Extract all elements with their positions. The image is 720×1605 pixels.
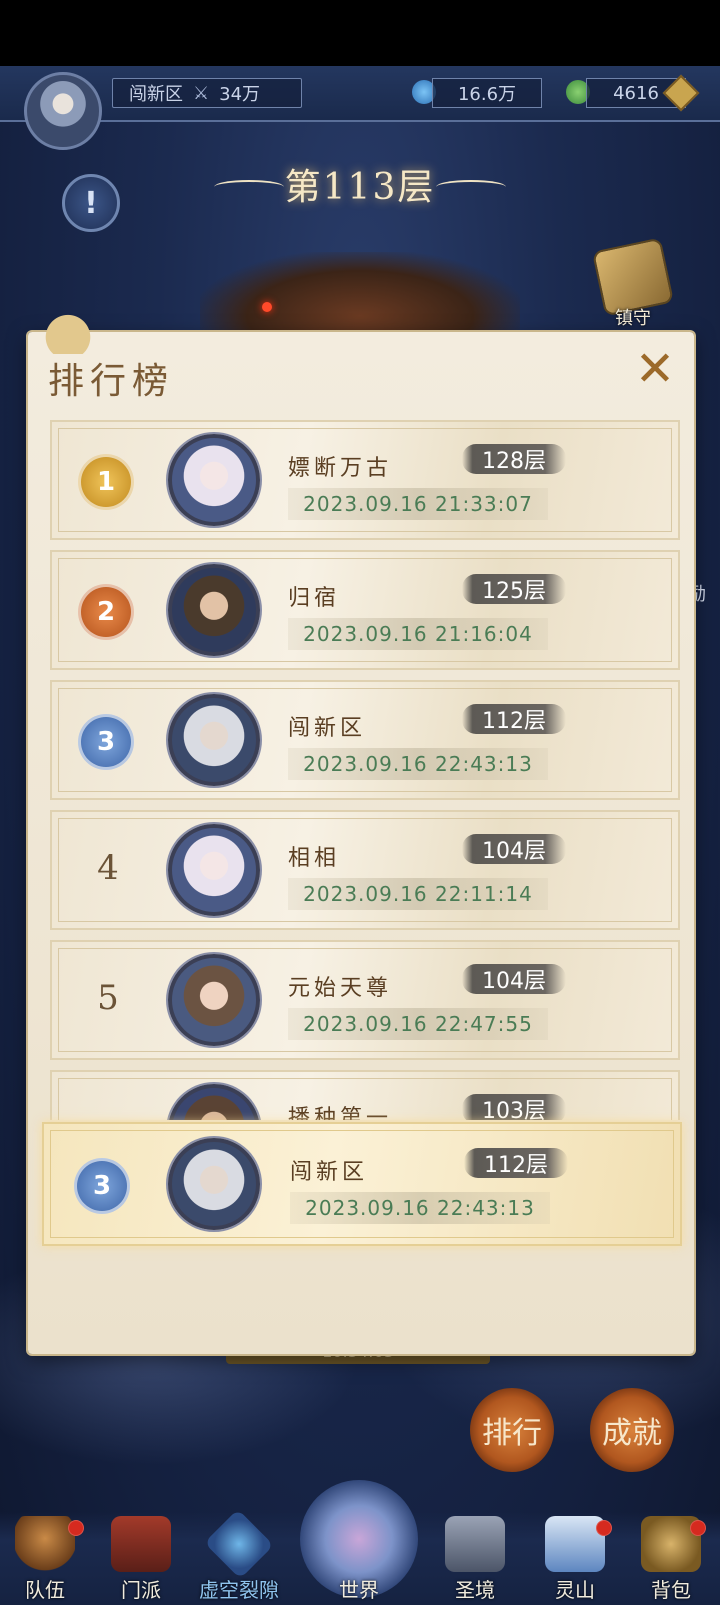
nav-bag[interactable]: 背包 [626,1512,716,1605]
ranking-row[interactable]: 1 嫖断万古 128层 2023.09.16 21:33:07 [50,420,680,540]
ranking-row[interactable]: 2 归宿 125层 2023.09.16 21:16:04 [50,550,680,670]
notification-dot [690,1520,706,1536]
avatar [168,694,260,786]
server-name: 闯新区 [129,84,183,105]
rift-icon [204,1509,274,1579]
rank-value: 3 [96,727,116,757]
floor-badge: 103层 [462,1094,566,1120]
avatar [168,954,260,1046]
nav-rift-label: 虚空裂隙 [199,1578,279,1602]
power-icon: ⚔ [193,82,210,104]
player-name: 播种第一 [288,1106,393,1120]
nav-team-label: 队伍 [25,1578,65,1602]
silver-medal-icon: 2 [78,584,134,640]
my-ranking-row[interactable]: 3 闯新区 112层 2023.09.16 22:43:13 [42,1122,682,1246]
player-name: 相相 [288,846,341,871]
timestamp: 2023.09.16 22:11:14 [288,878,548,910]
rank-button[interactable]: 排行 [470,1388,554,1472]
timestamp: 2023.09.16 22:47:55 [288,1008,548,1040]
power-value: 34万 [219,84,261,105]
player-name: 闯新区 [290,1160,369,1185]
crystal-value: 16.6万 [457,84,517,105]
team-icon [15,1516,75,1572]
player-name: 元始天尊 [288,976,393,1001]
nav-world[interactable]: 世界 [314,1512,404,1605]
floor-badge: 112层 [462,704,566,734]
rank-number: 5 [97,978,119,1018]
ranking-row[interactable]: 4 相相 104层 2023.09.16 22:11:14 [50,810,680,930]
player-name: 嫖断万古 [288,456,393,481]
close-button[interactable]: ✕ [630,344,680,394]
bronze-medal-icon: 3 [78,714,134,770]
nav-world-label: 世界 [339,1578,379,1602]
ranking-list[interactable]: 1 嫖断万古 128层 2023.09.16 21:33:07 2 归宿 125… [50,420,680,1120]
nav-bag-label: 背包 [651,1578,691,1602]
notification-dot [596,1520,612,1536]
nav-holy-land-label: 圣境 [455,1578,495,1602]
nav-rift[interactable]: 虚空裂隙 [194,1509,284,1605]
notification-dot [68,1520,84,1536]
avatar [168,564,260,656]
floor-badge: 125层 [462,574,566,604]
nav-spirit-mountain[interactable]: 灵山 [530,1512,620,1605]
rank-number: 4 [97,848,119,888]
close-icon: ✕ [634,341,676,397]
nav-sect[interactable]: 门派 [96,1512,186,1605]
holy-land-icon [445,1516,505,1572]
timestamp: 2023.09.16 22:43:13 [288,748,548,780]
ranking-row[interactable]: 3 闯新区 112层 2023.09.16 22:43:13 [50,680,680,800]
server-info: 闯新区 ⚔ 34万 [112,78,302,108]
floor-badge: 104层 [462,834,566,864]
exclamation-icon: ! [84,185,98,221]
dragon-eye-icon [262,302,272,312]
timestamp: 2023.09.16 21:16:04 [288,618,548,650]
achievement-button[interactable]: 成就 [590,1388,674,1472]
rank-value: 1 [96,467,116,497]
rank-value: 2 [96,597,116,627]
dragon-boss-image [200,252,520,332]
bronze-medal-icon: 3 [74,1158,130,1214]
crystal-counter: 16.6万 [432,78,542,108]
coin-value: 4616 [613,82,659,104]
nav-sect-label: 门派 [121,1578,161,1602]
ranking-row[interactable]: 5 元始天尊 104层 2023.09.16 22:47:55 [50,940,680,1060]
player-name: 闯新区 [288,716,367,741]
mountain-sun-icon [26,312,96,354]
panel-title: 排行榜 [48,361,175,402]
info-button[interactable]: ! [62,174,120,232]
achievement-button-label: 成就 [602,1416,662,1451]
player-avatar[interactable] [24,72,102,150]
ranking-row[interactable]: 播种第一 103层 [50,1070,680,1120]
rank-value: 3 [92,1171,112,1201]
timestamp: 2023.09.16 21:33:07 [288,488,548,520]
sect-icon [111,1516,171,1572]
floor-badge: 104层 [462,964,566,994]
floor-title: 第113层 [284,167,436,208]
nav-holy-land[interactable]: 圣境 [430,1512,520,1605]
avatar [168,1084,260,1120]
gold-medal-icon: 1 [78,454,134,510]
floor-badge: 128层 [462,444,566,474]
avatar [168,434,260,526]
floor-badge: 112层 [464,1148,568,1178]
guard-label: 镇守 [615,308,651,329]
nav-team[interactable]: 队伍 [0,1512,90,1605]
timestamp: 2023.09.16 22:43:13 [290,1192,550,1224]
nav-spirit-mountain-label: 灵山 [555,1578,595,1602]
rank-button-label: 排行 [482,1416,542,1451]
avatar [168,824,260,916]
avatar [168,1138,260,1230]
player-name: 归宿 [288,586,341,611]
guard-button[interactable]: 镇守 [590,237,676,330]
